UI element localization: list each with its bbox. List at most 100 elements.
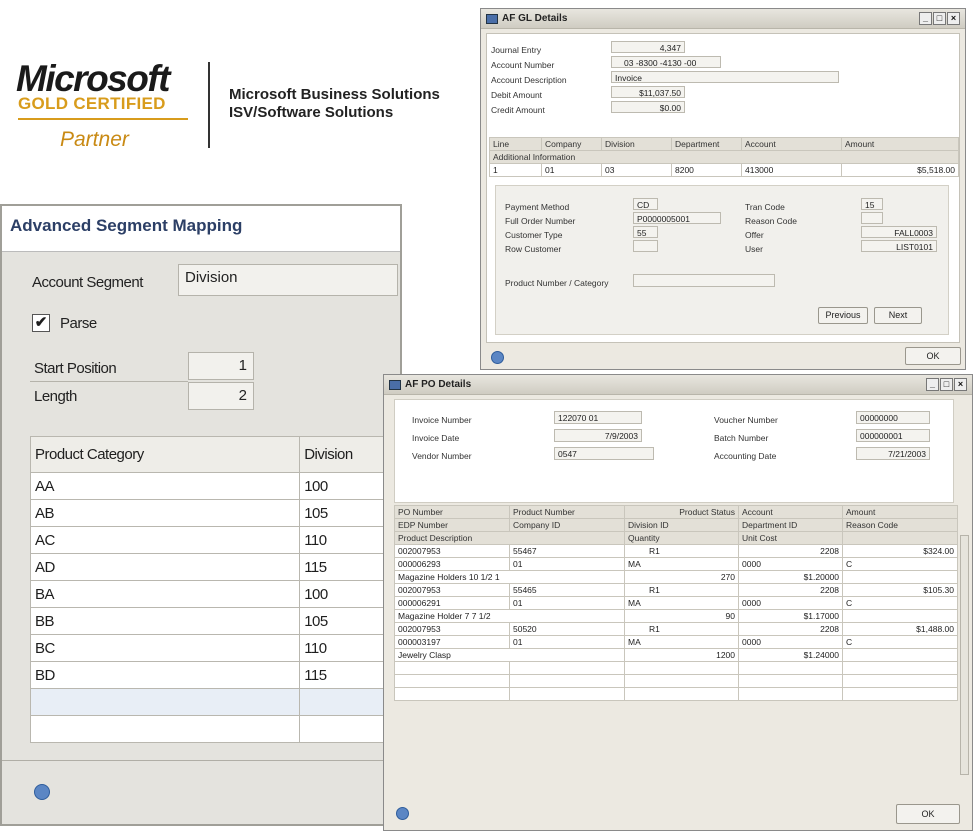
- reason-code-cell: C: [842, 635, 958, 649]
- quantity-cell: 1200: [623, 648, 740, 662]
- cell-company: 01: [541, 163, 602, 177]
- empty-row[interactable]: [29, 688, 400, 716]
- po-number-cell: 002007953: [394, 583, 510, 597]
- empty-cell: [509, 661, 625, 675]
- product-category-field[interactable]: [633, 274, 775, 287]
- length-field[interactable]: 2: [188, 382, 254, 410]
- partner-logo: Microsoft GOLD CERTIFIED Partner Microso…: [12, 58, 472, 158]
- journal-entry-field[interactable]: 4,347: [611, 41, 685, 53]
- invoice-date-field[interactable]: 7/9/2003: [554, 429, 642, 442]
- reason-code-label: Reason Code: [745, 216, 797, 226]
- logo-divider: [208, 62, 210, 148]
- next-button[interactable]: Next: [874, 307, 922, 324]
- voucher-number-label: Voucher Number: [714, 415, 778, 425]
- help-icon[interactable]: [396, 807, 409, 820]
- gl-details-window: AF GL Details _ □ × Journal Entry 4,347 …: [480, 8, 966, 370]
- product-number-cell: 55467: [509, 544, 625, 558]
- po-row-line1[interactable]: 002007953 55467 R1 2208 $324.00: [394, 544, 958, 558]
- credit-amount-field[interactable]: $0.00: [611, 101, 685, 113]
- table-row[interactable]: AA 100: [29, 472, 400, 500]
- reason-code-field[interactable]: [861, 212, 883, 224]
- po-row-line3[interactable]: Magazine Holders 10 1/2 1 270 $1.20000: [394, 570, 958, 584]
- parse-checkbox[interactable]: ✔: [32, 314, 50, 332]
- table-row[interactable]: BB 105: [29, 607, 400, 635]
- category-cell: BC: [29, 634, 301, 662]
- close-button[interactable]: ×: [954, 378, 967, 391]
- debit-amount-field[interactable]: $11,037.50: [611, 86, 685, 98]
- empty-row[interactable]: [394, 674, 958, 688]
- po-number-cell: 002007953: [394, 544, 510, 558]
- edp-number-cell: 000006291: [394, 596, 510, 610]
- po-titlebar: AF PO Details _ □ ×: [384, 375, 972, 395]
- col-company-id: Company ID: [509, 518, 625, 532]
- vendor-number-field[interactable]: 0547: [554, 447, 654, 460]
- col-unit-cost: Unit Cost: [738, 531, 844, 545]
- product-number-cell: 55465: [509, 583, 625, 597]
- invoice-number-field[interactable]: 122070 01: [554, 411, 642, 424]
- po-row-line1[interactable]: 002007953 55465 R1 2208 $105.30: [394, 583, 958, 597]
- po-row-line1[interactable]: 002007953 50520 R1 2208 $1,488.00: [394, 622, 958, 636]
- voucher-number-field[interactable]: 00000000: [856, 411, 930, 424]
- payment-method-label: Payment Method: [505, 202, 570, 212]
- table-row[interactable]: BD 115: [29, 661, 400, 689]
- po-row-line3[interactable]: Jewelry Clasp 1200 $1.24000: [394, 648, 958, 662]
- col-product-number: Product Number: [509, 505, 625, 519]
- minimize-button[interactable]: _: [919, 12, 932, 25]
- description-cell: Jewelry Clasp: [394, 648, 625, 662]
- empty-row[interactable]: [394, 687, 958, 701]
- po-row-line2[interactable]: 000006293 01 MA 0000 C: [394, 557, 958, 571]
- payment-method-field[interactable]: CD: [633, 198, 658, 210]
- division-id-cell: MA: [623, 635, 740, 649]
- account-number-field[interactable]: 03 -8300 -4130 -00: [611, 56, 721, 68]
- user-field[interactable]: LIST0101: [861, 240, 937, 252]
- po-row-line2[interactable]: 000006291 01 MA 0000 C: [394, 596, 958, 610]
- start-position-field[interactable]: 1: [188, 352, 254, 380]
- gl-grid-row[interactable]: 1 01 03 8200 413000 $5,518.00: [489, 163, 959, 177]
- table-row[interactable]: AD 115: [29, 553, 400, 581]
- close-button[interactable]: ×: [947, 12, 960, 25]
- customer-type-label: Customer Type: [505, 230, 563, 240]
- empty-cell: [623, 687, 740, 701]
- account-cell: 2208: [738, 622, 844, 636]
- help-icon[interactable]: [34, 784, 50, 800]
- empty-cell: [623, 674, 740, 688]
- vendor-number-label: Vendor Number: [412, 451, 472, 461]
- maximize-button[interactable]: □: [933, 12, 946, 25]
- table-row[interactable]: AC 110: [29, 526, 400, 554]
- table-row[interactable]: AB 105: [29, 499, 400, 527]
- po-details-window: AF PO Details _ □ × Invoice Number 12207…: [383, 374, 973, 831]
- product-status-cell: R1: [623, 622, 740, 636]
- company-id-cell: 01: [509, 635, 625, 649]
- empty-row[interactable]: [29, 715, 400, 743]
- customer-type-field[interactable]: 55: [633, 226, 658, 238]
- gl-titlebar: AF GL Details _ □ ×: [481, 9, 965, 29]
- cell-amount: $5,518.00: [841, 163, 959, 177]
- empty-cell: [623, 661, 740, 675]
- po-row-line2[interactable]: 000003197 01 MA 0000 C: [394, 635, 958, 649]
- tran-code-field[interactable]: 15: [861, 198, 883, 210]
- col-amount: Amount: [841, 137, 959, 151]
- full-order-field[interactable]: P0000005001: [633, 212, 721, 224]
- row-customer-label: Row Customer: [505, 244, 562, 254]
- help-icon[interactable]: [491, 351, 504, 364]
- empty-row[interactable]: [394, 661, 958, 675]
- po-number-cell: 002007953: [394, 622, 510, 636]
- account-description-field[interactable]: Invoice: [611, 71, 839, 83]
- account-segment-field[interactable]: Division: [178, 264, 398, 296]
- department-id-cell: 0000: [738, 635, 844, 649]
- maximize-button[interactable]: □: [940, 378, 953, 391]
- previous-button[interactable]: Previous: [818, 307, 868, 324]
- po-ok-button[interactable]: OK: [896, 804, 960, 824]
- gl-ok-button[interactable]: OK: [905, 347, 961, 365]
- offer-field[interactable]: FALL0003: [861, 226, 937, 238]
- po-scrollbar[interactable]: [960, 535, 969, 775]
- table-row[interactable]: BC 110: [29, 634, 400, 662]
- table-row[interactable]: BA 100: [29, 580, 400, 608]
- invoice-date-label: Invoice Date: [412, 433, 460, 443]
- batch-number-label: Batch Number: [714, 433, 769, 443]
- minimize-button[interactable]: _: [926, 378, 939, 391]
- row-customer-field[interactable]: [633, 240, 658, 252]
- batch-number-field[interactable]: 000000001: [856, 429, 930, 442]
- accounting-date-field[interactable]: 7/21/2003: [856, 447, 930, 460]
- po-row-line3[interactable]: Magazine Holder 7 7 1/2 90 $1.17000: [394, 609, 958, 623]
